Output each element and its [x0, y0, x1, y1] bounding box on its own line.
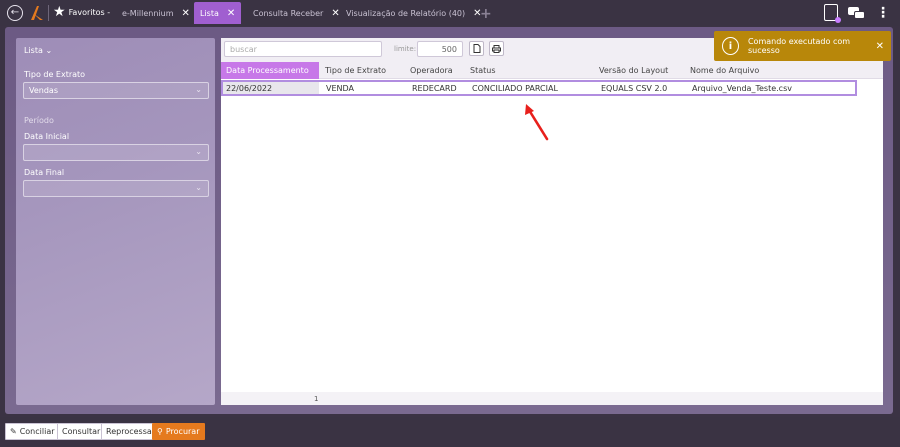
- periodo-heading: Período: [24, 116, 54, 125]
- topbar-right-icons: ⋮: [824, 4, 890, 23]
- favorites-menu[interactable]: ★ Favoritos -: [53, 5, 110, 19]
- annotation-arrow-icon: [525, 104, 549, 141]
- chevron-down-icon: ⌄: [195, 183, 202, 192]
- back-icon[interactable]: ←: [7, 5, 23, 21]
- reprocessar-label: Reprocessar: [106, 427, 156, 436]
- add-tab-icon[interactable]: +: [480, 7, 492, 21]
- data-inicial-select[interactable]: ⌄: [23, 144, 209, 161]
- info-icon: i: [722, 37, 739, 55]
- chevron-down-icon: ⌄: [45, 46, 53, 55]
- pagination: 1: [221, 392, 883, 405]
- column-header-versao-layout[interactable]: Versão do Layout: [594, 62, 684, 79]
- column-header-nome-arquivo[interactable]: Nome do Arquivo: [685, 62, 855, 79]
- toast-message: Comando executado com sucesso: [747, 37, 851, 55]
- cell-operadora: REDECARD: [412, 84, 457, 93]
- search-input[interactable]: buscar: [224, 41, 382, 57]
- data-final-label: Data Final: [24, 168, 65, 177]
- column-header-data-processamento[interactable]: Data Processamento: [221, 62, 319, 79]
- procurar-label: Procurar: [165, 427, 200, 436]
- cell-status: CONCILIADO PARCIAL: [472, 84, 558, 93]
- tab-label: Consulta Receber: [253, 8, 324, 18]
- column-header-tipo-extrato[interactable]: Tipo de Extrato: [320, 62, 406, 79]
- cell-nome-arquivo: Arquivo_Venda_Teste.csv: [692, 84, 792, 93]
- consultar-label: Consultar: [62, 427, 101, 436]
- tab-visualizacao-relatorio[interactable]: Visualização de Relatório (40) ✕: [340, 2, 488, 24]
- sidebar-title-label: Lista: [24, 46, 43, 55]
- cell-tipo-extrato: VENDA: [326, 84, 355, 93]
- search-icon: ⚲: [157, 427, 163, 436]
- filter-sidebar: Lista ⌄ Tipo de Extrato Vendas ⌄ Período…: [16, 38, 215, 405]
- tab-label: Lista: [200, 8, 219, 18]
- limit-label: limite:: [394, 45, 417, 53]
- chevron-down-icon: ⌄: [195, 147, 202, 156]
- action-bar: ✎ Conciliar Consultar Reprocessar ⚲ Proc…: [0, 417, 900, 447]
- cell-versao-layout: EQUALS CSV 2.0: [601, 84, 668, 93]
- close-icon[interactable]: ✕: [876, 41, 884, 52]
- close-icon[interactable]: ✕: [227, 8, 235, 19]
- cell-data-processamento: 22/06/2022: [223, 82, 319, 94]
- tipo-extrato-label: Tipo de Extrato: [24, 70, 86, 79]
- topbar-divider: [48, 5, 49, 21]
- tab-consulta-receber[interactable]: Consulta Receber ✕: [247, 2, 346, 24]
- edit-icon: ✎: [10, 427, 17, 436]
- procurar-button[interactable]: ⚲ Procurar: [152, 423, 205, 440]
- page-number[interactable]: 1: [314, 395, 318, 403]
- chat-icon[interactable]: [848, 6, 866, 19]
- table-row[interactable]: 22/06/2022 VENDA REDECARD CONCILIADO PAR…: [221, 80, 857, 96]
- document-icon: [473, 44, 480, 53]
- tipo-extrato-value: Vendas: [29, 86, 58, 95]
- data-inicial-label: Data Inicial: [24, 132, 70, 141]
- tab-lista[interactable]: Lista ✕: [194, 2, 242, 24]
- tab-e-millennium[interactable]: e-Millennium ✕: [116, 2, 196, 24]
- column-header-operadora[interactable]: Operadora: [405, 62, 465, 79]
- tipo-extrato-select[interactable]: Vendas ⌄: [23, 82, 209, 99]
- millennium-logo-icon[interactable]: [29, 4, 45, 22]
- consultar-button[interactable]: Consultar: [57, 423, 106, 440]
- print-icon: [492, 44, 501, 53]
- column-header-status[interactable]: Status: [465, 62, 593, 79]
- favorites-label: Favoritos -: [68, 7, 111, 17]
- kebab-menu-icon[interactable]: ⋮: [876, 6, 890, 20]
- conciliar-button[interactable]: ✎ Conciliar: [5, 423, 60, 440]
- star-icon: ★: [53, 4, 66, 20]
- tab-label: e-Millennium: [122, 8, 174, 18]
- sidebar-title[interactable]: Lista ⌄: [24, 46, 52, 55]
- success-toast: i Comando executado com sucesso ✕: [714, 31, 891, 61]
- top-bar: ← ★ Favoritos - e-Millennium ✕ Lista ✕ C…: [0, 0, 900, 26]
- data-final-select[interactable]: ⌄: [23, 180, 209, 197]
- table-header: Data Processamento Tipo de Extrato Opera…: [221, 62, 883, 79]
- print-button[interactable]: [489, 41, 504, 56]
- conciliar-label: Conciliar: [19, 427, 55, 436]
- chevron-down-icon: ⌄: [195, 85, 202, 94]
- clipboard-icon[interactable]: [824, 4, 841, 23]
- results-panel: buscar limite: 500 Data Processamento Ti…: [221, 38, 883, 405]
- notification-dot: [835, 17, 841, 23]
- close-icon[interactable]: ✕: [182, 8, 190, 19]
- export-button[interactable]: [469, 41, 484, 56]
- close-icon[interactable]: ✕: [331, 8, 339, 19]
- tab-label: Visualização de Relatório (40): [346, 8, 466, 18]
- limit-input[interactable]: 500: [417, 41, 463, 57]
